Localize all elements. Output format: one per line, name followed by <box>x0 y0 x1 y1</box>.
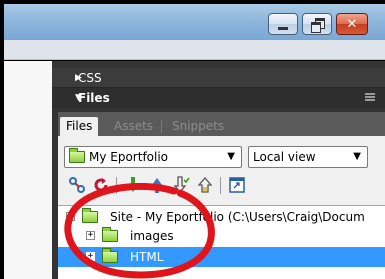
files-tab-strip: Files Assets Snippets <box>58 112 385 136</box>
document-area <box>4 61 52 279</box>
files-panel-header[interactable]: ▼ Files <box>52 88 385 108</box>
tab-divider <box>161 120 162 133</box>
expanded-triangle-icon: ▼ <box>75 93 82 103</box>
restore-icon <box>311 18 325 33</box>
close-icon: ✕ <box>346 16 358 32</box>
files-panel-title: Files <box>78 91 110 105</box>
screenshot-frame: ✕ ▶ CSS ▼ Files Files Assets Snippets My… <box>0 0 385 279</box>
tab-files[interactable]: Files <box>60 117 99 136</box>
restore-button[interactable] <box>302 13 332 35</box>
close-button[interactable]: ✕ <box>336 13 368 35</box>
tab-assets[interactable]: Assets <box>108 117 159 136</box>
chevron-down-icon: ▼ <box>353 151 361 162</box>
chevron-down-icon: ▼ <box>227 151 235 162</box>
view-select-value: Local view <box>253 150 316 164</box>
red-annotation-circle <box>64 183 215 279</box>
collapsed-triangle-icon: ▶ <box>75 72 82 83</box>
title-bar: ✕ <box>4 4 385 40</box>
minimize-button[interactable] <box>268 13 298 35</box>
toolbar-divider <box>220 177 221 194</box>
css-panel-header[interactable]: ▶ CSS <box>52 68 385 88</box>
site-select-value: My Eportfolio <box>89 150 169 164</box>
panel-options-icon[interactable] <box>365 93 375 103</box>
menu-strip <box>4 40 385 60</box>
expand-icon[interactable] <box>228 175 246 195</box>
site-select[interactable]: My Eportfolio ▼ <box>64 146 242 168</box>
site-folder-icon <box>69 148 85 163</box>
tab-snippets[interactable]: Snippets <box>166 117 230 136</box>
minimize-icon <box>278 26 288 30</box>
view-select[interactable]: Local view ▼ <box>248 146 368 168</box>
